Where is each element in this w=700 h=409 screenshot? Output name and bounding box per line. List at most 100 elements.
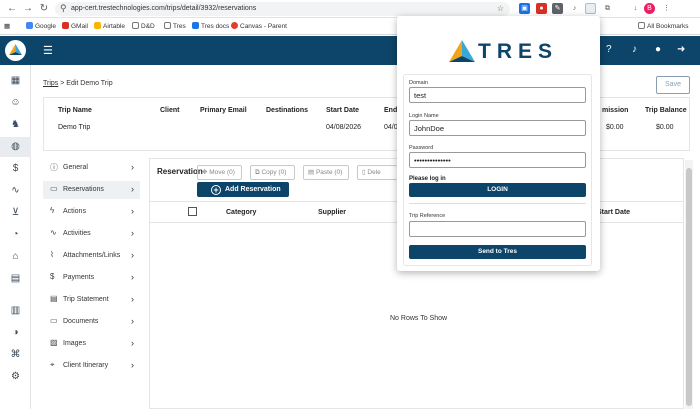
header-end-date: End bbox=[384, 107, 398, 114]
info-icon: ⓘ bbox=[50, 163, 58, 172]
address-bar[interactable]: ⚲ app-cert.trestechnologies.com/trips/de… bbox=[55, 2, 510, 16]
chevron-right-icon: › bbox=[131, 228, 134, 238]
cart-icon[interactable]: ⊻ bbox=[9, 206, 22, 219]
column-category[interactable]: Category bbox=[226, 209, 256, 216]
traveler-icon[interactable]: ♞ bbox=[9, 118, 22, 131]
add-reservation-button[interactable]: + Add Reservation bbox=[197, 182, 289, 197]
bookmark-canvas[interactable]: Canvas - Parent bbox=[231, 22, 287, 30]
bookmark-gmail[interactable]: GMail bbox=[62, 22, 88, 30]
breadcrumb: Trips > Edit Demo Trip bbox=[43, 80, 113, 87]
bookmark-google[interactable]: Google bbox=[26, 22, 56, 30]
header-primary-email: Primary Email bbox=[200, 107, 247, 114]
bookmark-star-icon[interactable]: ☆ bbox=[497, 4, 504, 13]
trip-reference-input[interactable] bbox=[409, 221, 586, 237]
globe-icon[interactable]: ◍ bbox=[9, 140, 22, 153]
activity-icon[interactable]: ∿ bbox=[9, 184, 22, 197]
nav-trip-statement[interactable]: ▤ Trip Statement › bbox=[43, 291, 140, 309]
receipt-icon[interactable]: ▤ bbox=[9, 272, 22, 285]
delete-button[interactable]: ▯ Dele bbox=[357, 165, 397, 180]
report-icon[interactable]: ▥ bbox=[9, 304, 22, 317]
puzzle-icon[interactable]: ⧉ bbox=[602, 3, 613, 14]
url-text[interactable]: app-cert.trestechnologies.com/trips/deta… bbox=[71, 5, 256, 12]
header-trip-balance: Trip Balance bbox=[645, 107, 687, 114]
breadcrumb-trips-link[interactable]: Trips bbox=[43, 80, 58, 87]
settings-icon[interactable]: ⚙ bbox=[9, 370, 22, 383]
move-button[interactable]: ✥ Move (0) bbox=[197, 165, 242, 180]
bank-icon[interactable]: ⌂ bbox=[9, 250, 22, 263]
site-info-icon[interactable]: ⚲ bbox=[60, 3, 67, 14]
header-trip-name: Trip Name bbox=[58, 107, 92, 114]
please-log-in-text: Please log in bbox=[409, 176, 446, 182]
map-pin-icon: ⌖ bbox=[50, 360, 55, 369]
chevron-right-icon: › bbox=[131, 294, 134, 304]
save-button[interactable]: Save bbox=[656, 76, 690, 94]
command-icon[interactable]: ⌘ bbox=[9, 348, 22, 361]
header-destinations: Destinations bbox=[266, 107, 309, 114]
nav-client-itinerary[interactable]: ⌖ Client Itinerary › bbox=[43, 357, 140, 375]
dashboard-icon[interactable]: ▦ bbox=[9, 74, 22, 87]
reload-icon[interactable]: ↻ bbox=[38, 3, 50, 15]
column-start-date[interactable]: Start Date bbox=[597, 209, 630, 216]
mic-icon[interactable]: ♪ bbox=[569, 3, 580, 14]
palette-icon[interactable]: ◔ bbox=[9, 228, 22, 241]
paste-icon: ▤ bbox=[308, 169, 316, 176]
extension-icon[interactable]: ▣ bbox=[519, 3, 530, 14]
nav-documents[interactable]: ▭ Documents › bbox=[43, 313, 140, 331]
chart-icon[interactable]: ◑ bbox=[9, 326, 22, 339]
extension-icon[interactable]: ● bbox=[536, 3, 547, 14]
bookmark-tres[interactable]: Tres bbox=[164, 22, 186, 30]
folder-icon: ▭ bbox=[50, 184, 58, 193]
back-icon[interactable]: ← bbox=[6, 3, 18, 15]
column-supplier[interactable]: Supplier bbox=[318, 209, 346, 216]
avatar[interactable]: B bbox=[644, 3, 655, 14]
image-icon: ▨ bbox=[50, 338, 58, 347]
gmail-icon bbox=[62, 22, 69, 29]
password-input[interactable] bbox=[409, 152, 586, 168]
chevron-right-icon: › bbox=[131, 360, 134, 370]
value-start-date: 04/08/2026 bbox=[326, 124, 362, 131]
bell-icon[interactable]: ♪ bbox=[632, 44, 637, 55]
tres-logo[interactable] bbox=[5, 40, 26, 61]
empty-grid-message: No Rows To Show bbox=[390, 315, 448, 322]
domain-input[interactable] bbox=[409, 87, 586, 103]
nav-activities[interactable]: ∿ Activities › bbox=[43, 225, 140, 243]
people-icon[interactable]: ☺ bbox=[9, 96, 22, 109]
menu-icon[interactable]: ☰ bbox=[43, 44, 53, 57]
nav-reservations[interactable]: ▭ Reservations › bbox=[43, 181, 140, 199]
nav-attachments[interactable]: ⌇ Attachments/Links › bbox=[43, 247, 140, 265]
chevron-right-icon: › bbox=[131, 250, 134, 260]
scrollbar-thumb[interactable] bbox=[686, 168, 692, 406]
reservations-title: Reservation bbox=[157, 167, 203, 176]
copy-button[interactable]: ⧉ Copy (0) bbox=[250, 165, 295, 180]
chevron-right-icon: › bbox=[131, 206, 134, 216]
downloads-icon[interactable]: ↓ bbox=[630, 3, 641, 14]
all-bookmarks[interactable]: All Bookmarks bbox=[638, 22, 689, 30]
menu-dots-icon[interactable]: ⋮ bbox=[661, 3, 672, 14]
login-button[interactable]: LOGIN bbox=[409, 183, 586, 197]
bookmark-tres-docs[interactable]: Tres docs bbox=[192, 22, 229, 30]
user-icon[interactable]: ● bbox=[655, 44, 661, 55]
header-commission: mission bbox=[602, 107, 629, 114]
logout-icon[interactable]: ➜ bbox=[677, 44, 685, 55]
nav-images[interactable]: ▨ Images › bbox=[43, 335, 140, 353]
bookmark-airtable[interactable]: Airtable bbox=[94, 22, 125, 30]
form-divider bbox=[409, 203, 586, 204]
dollar-icon[interactable]: $ bbox=[9, 162, 22, 175]
tres-extension-icon[interactable] bbox=[585, 3, 596, 14]
send-to-tres-button[interactable]: Send to Tres bbox=[409, 245, 586, 259]
chevron-right-icon: › bbox=[131, 272, 134, 282]
help-icon[interactable]: ? bbox=[606, 44, 612, 55]
apps-icon[interactable]: ▦ bbox=[4, 22, 10, 30]
nav-actions[interactable]: ϟ Actions › bbox=[43, 203, 140, 221]
extension-icon[interactable]: ✎ bbox=[552, 3, 563, 14]
forward-icon[interactable]: → bbox=[22, 3, 34, 15]
header-start-date: Start Date bbox=[326, 107, 360, 114]
nav-payments[interactable]: $ Payments › bbox=[43, 269, 140, 287]
nav-general[interactable]: ⓘ General › bbox=[43, 159, 140, 177]
select-all-checkbox[interactable] bbox=[188, 207, 197, 216]
value-commission: $0.00 bbox=[606, 124, 624, 131]
paste-button[interactable]: ▤ Paste (0) bbox=[303, 165, 349, 180]
chevron-right-icon: › bbox=[131, 338, 134, 348]
bookmark-dnd[interactable]: D&D bbox=[132, 22, 155, 30]
login-name-input[interactable] bbox=[409, 120, 586, 136]
